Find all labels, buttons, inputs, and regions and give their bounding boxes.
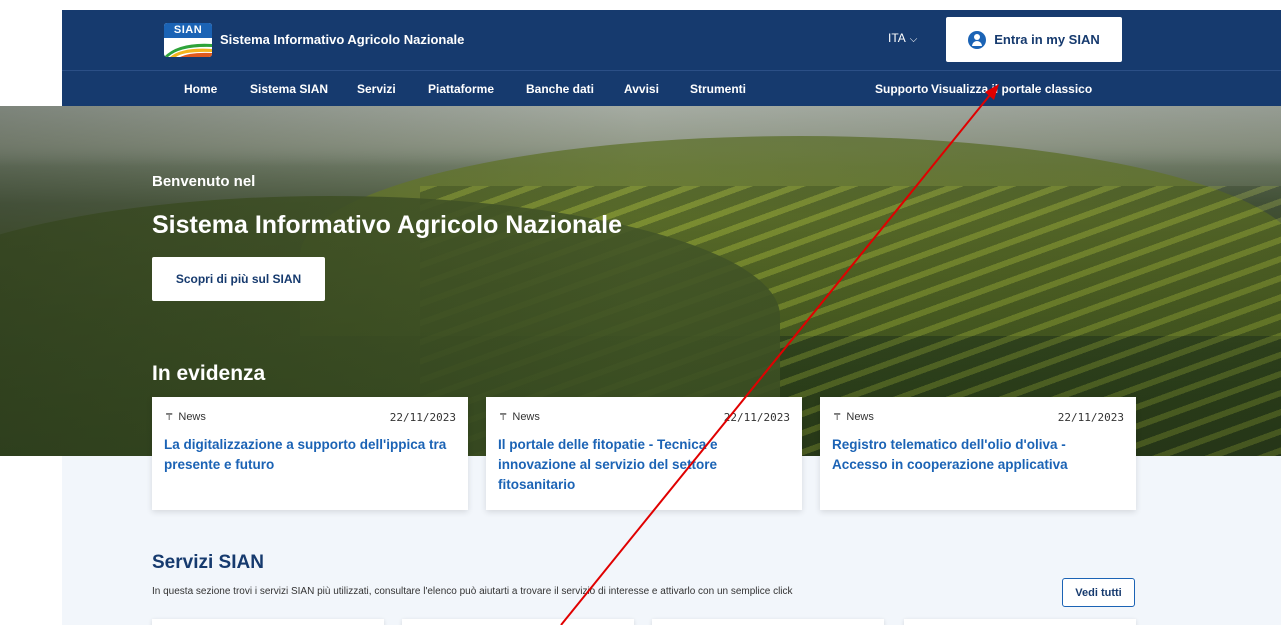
services-title: Servizi SIAN bbox=[152, 552, 264, 573]
hero-subtitle: Benvenuto nel bbox=[152, 173, 256, 190]
nav-item-portale-classico[interactable]: Visualizza il portale classico bbox=[931, 82, 1092, 96]
nav-item-avvisi[interactable]: Avvisi bbox=[624, 82, 659, 96]
login-button-label: Entra in my SIAN bbox=[994, 32, 1100, 47]
language-label: ITA bbox=[888, 31, 906, 45]
discover-sian-button[interactable]: Scopri di più sul SIAN bbox=[152, 257, 325, 301]
news-category-label: News bbox=[846, 411, 874, 423]
service-card[interactable] bbox=[402, 619, 634, 625]
logo-text: SIAN bbox=[164, 23, 212, 38]
nav-item-piattaforme[interactable]: Piattaforme bbox=[428, 82, 494, 96]
news-title-link[interactable]: Registro telematico dell'olio d'oliva - … bbox=[832, 435, 1122, 475]
sian-logo[interactable]: SIAN bbox=[164, 23, 212, 57]
highlights-title: In evidenza bbox=[152, 362, 266, 385]
main-nav: Home Sistema SIAN Servizi Piattaforme Ba… bbox=[62, 70, 1281, 106]
page: SIAN Sistema Informativo Agricolo Nazion… bbox=[0, 0, 1281, 625]
nav-item-banche-dati[interactable]: Banche dati bbox=[526, 82, 594, 96]
see-all-button[interactable]: Vedi tutti bbox=[1062, 578, 1135, 607]
nav-item-home[interactable]: Home bbox=[184, 82, 217, 96]
service-card[interactable] bbox=[152, 619, 384, 625]
news-category: ₸ News bbox=[166, 411, 206, 423]
pin-icon: ₸ bbox=[500, 411, 507, 423]
pin-icon: ₸ bbox=[166, 411, 173, 423]
news-category-label: News bbox=[178, 411, 206, 423]
user-icon bbox=[968, 30, 987, 49]
service-card[interactable] bbox=[904, 619, 1136, 625]
news-card[interactable]: ₸ News 22/11/2023 Registro telematico de… bbox=[820, 397, 1136, 510]
news-card[interactable]: ₸ News 22/11/2023 Il portale delle fitop… bbox=[486, 397, 802, 510]
nav-item-supporto[interactable]: Supporto bbox=[875, 82, 928, 96]
site-name[interactable]: Sistema Informativo Agricolo Nazionale bbox=[220, 32, 464, 47]
hero-title: Sistema Informativo Agricolo Nazionale bbox=[152, 211, 623, 239]
news-date: 22/11/2023 bbox=[1057, 411, 1124, 424]
news-card[interactable]: ₸ News 22/11/2023 La digitalizzazione a … bbox=[152, 397, 468, 510]
service-card[interactable] bbox=[652, 619, 884, 625]
nav-item-strumenti[interactable]: Strumenti bbox=[690, 82, 746, 96]
top-header: SIAN Sistema Informativo Agricolo Nazion… bbox=[62, 10, 1281, 70]
news-category: ₸ News bbox=[834, 411, 874, 423]
news-category: ₸ News bbox=[500, 411, 540, 423]
news-date: 22/11/2023 bbox=[723, 411, 790, 424]
news-date: 22/11/2023 bbox=[389, 411, 456, 424]
news-title-link[interactable]: Il portale delle fitopatie - Tecnica e i… bbox=[498, 435, 788, 495]
language-selector[interactable]: ITA ⌵ bbox=[888, 31, 917, 45]
news-title-link[interactable]: La digitalizzazione a supporto dell'ippi… bbox=[164, 435, 454, 475]
nav-item-servizi[interactable]: Servizi bbox=[357, 82, 396, 96]
pin-icon: ₸ bbox=[834, 411, 841, 423]
services-description: In questa sezione trovi i servizi SIAN p… bbox=[152, 586, 793, 597]
logo-waves-icon bbox=[164, 43, 212, 57]
nav-item-sistema-sian[interactable]: Sistema SIAN bbox=[250, 82, 328, 96]
chevron-down-icon: ⌵ bbox=[909, 34, 918, 45]
news-category-label: News bbox=[512, 411, 540, 423]
login-button[interactable]: Entra in my SIAN bbox=[946, 17, 1122, 62]
